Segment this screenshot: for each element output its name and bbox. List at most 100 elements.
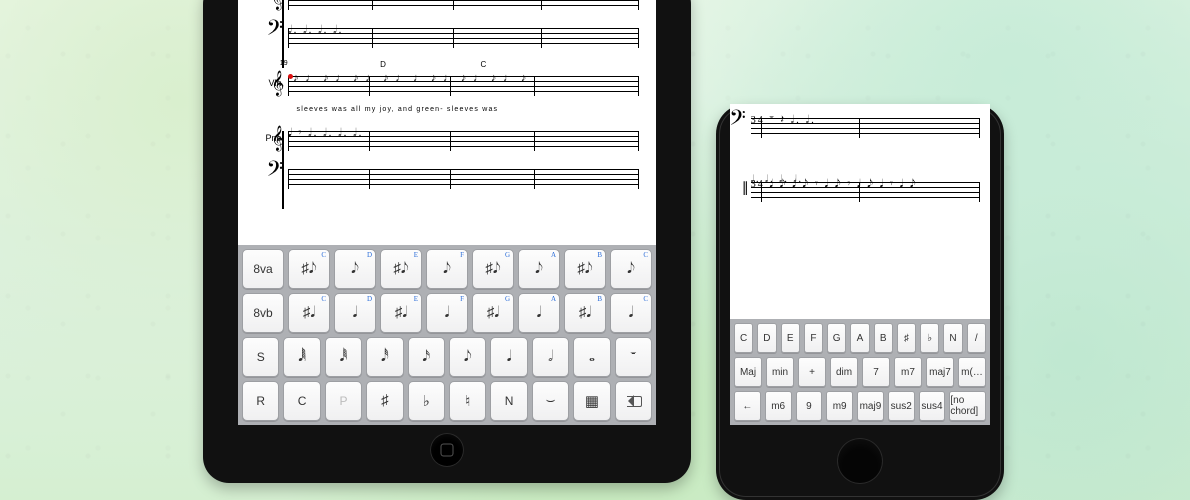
staff-pno-treble-2: Pno. 𝄞 𝅘𝅥 𝄾 𝅗𝅥. 𝅗𝅥. 𝅗𝅥. 𝅗𝅥. bbox=[238, 123, 656, 157]
chord-key-m6[interactable]: m6 bbox=[765, 391, 792, 421]
keyboard-row-2: 8vb C♯𝅘𝅥 D𝅘𝅥 E♯𝅘𝅥 F𝅘𝅥 G♯𝅘𝅥 A𝅘𝅥 B♯𝅘𝅥 C𝅘𝅥 bbox=[242, 293, 652, 333]
treble-clef-icon: 𝄞 bbox=[271, 0, 284, 10]
key-sharp[interactable]: ♯ bbox=[366, 381, 403, 421]
key-8va[interactable]: 8va bbox=[242, 249, 284, 289]
key-s[interactable]: S bbox=[242, 337, 279, 377]
perc-clef-icon: ∥ bbox=[742, 180, 749, 197]
chord-key-9[interactable]: 9 bbox=[796, 391, 823, 421]
notes-row: 𝅗𝅥. 𝅗𝅥. 𝅗𝅥. 𝅗𝅥. bbox=[288, 24, 639, 52]
key-flat[interactable]: ♭ bbox=[408, 381, 445, 421]
key-note-b-lower[interactable]: B♯𝅘𝅥 bbox=[564, 293, 606, 333]
bass-clef-icon: 𝄢 bbox=[730, 106, 746, 137]
chord-key-sus2[interactable]: sus2 bbox=[888, 391, 915, 421]
key-backspace[interactable] bbox=[615, 381, 652, 421]
bass-clef-icon: 𝄢 bbox=[266, 16, 283, 47]
ipad-home-button[interactable] bbox=[430, 433, 464, 467]
key-note-g-lower[interactable]: G♯𝅘𝅥 bbox=[472, 293, 514, 333]
chord-key-a[interactable]: A bbox=[850, 323, 869, 353]
key-note-a-lower[interactable]: A𝅘𝅥 bbox=[518, 293, 560, 333]
iphone-kbd-row-2: Maj min + dim 7 m7 maj7 m(… bbox=[734, 357, 986, 387]
iphone-staff-bass: 𝄢 34 𝄻 𝄽 𝅗𝅥. 𝅗𝅥. bbox=[730, 110, 990, 146]
key-tie[interactable]: ⌣ bbox=[532, 381, 569, 421]
iphone-device-frame: 𝄢 34 𝄻 𝄽 𝅗𝅥. 𝅗𝅥. ∥ 34 𝅘𝅥 𝅘𝅥𝅮 𝅘𝅥 𝅘𝅥𝅮 𝄾 𝅘𝅥… bbox=[716, 104, 1004, 500]
chord-key-min[interactable]: min bbox=[766, 357, 794, 387]
chord-key-maj[interactable]: Maj bbox=[734, 357, 762, 387]
chord-key-e[interactable]: E bbox=[781, 323, 800, 353]
chord-key-sus4[interactable]: sus4 bbox=[919, 391, 946, 421]
iphone-kbd-row-1: C D E F G A B ♯ ♭ N / bbox=[734, 323, 986, 353]
keyboard-row-3: S 𝅘𝅥𝅲 𝅘𝅥𝅱 𝅘𝅥𝅰 𝅘𝅥𝅯 𝅘𝅥𝅮 𝅘𝅥 𝅗𝅥 𝅝 𝄻 bbox=[242, 337, 652, 377]
key-note-d-upper[interactable]: D𝅘𝅥𝅮 bbox=[334, 249, 376, 289]
notes-row: 34 𝄻 𝄽 𝅗𝅥. 𝅗𝅥. bbox=[751, 114, 980, 142]
key-note-a-upper[interactable]: A𝅘𝅥𝅮 bbox=[518, 249, 560, 289]
notes-row-lower: 𝅗𝅥. 𝅗𝅥. 𝅗𝅥. 𝅗𝅥. bbox=[751, 174, 980, 202]
key-note-b-upper[interactable]: B♯𝅘𝅥𝅮 bbox=[564, 249, 606, 289]
staff-vln: Vln. 𝄞 D C ♪ ♩ ♪ ♩ ♪ ♩ ♪ ♩ ♩ ♪ ♩ ♪ ♩ ♪ ♩… bbox=[238, 68, 656, 102]
notes-row: ♪ ♩ 𝅘𝅥𝅮 ♩ ♪ ♩ ♪ 𝄽 ♪ ♩ ♪ ♩ ♪ ♩ 𝄽 ♪ bbox=[288, 0, 639, 14]
keyboard-row-1: 8va C♯𝅘𝅥𝅮 D𝅘𝅥𝅮 E♯𝅘𝅥𝅮 F𝅘𝅥𝅮 G♯𝅘𝅥𝅮 A𝅘𝅥𝅮 B♯𝅘… bbox=[242, 249, 652, 289]
key-dur-8[interactable]: 𝅘𝅥𝅮 bbox=[449, 337, 486, 377]
key-note-c2-lower[interactable]: C𝅘𝅥 bbox=[610, 293, 652, 333]
chord-key-c[interactable]: C bbox=[734, 323, 753, 353]
key-n[interactable]: N bbox=[490, 381, 527, 421]
chord-symbol: D bbox=[380, 60, 386, 69]
key-dur-quarter[interactable]: 𝅘𝅥 bbox=[490, 337, 527, 377]
chord-key-b[interactable]: B bbox=[874, 323, 893, 353]
staff-pno-bass: 𝄢 𝅗𝅥. 𝅗𝅥. 𝅗𝅥. 𝅗𝅥. bbox=[238, 20, 656, 54]
chord-key-f[interactable]: F bbox=[804, 323, 823, 353]
chord-key-m7[interactable]: m7 bbox=[894, 357, 922, 387]
key-8vb[interactable]: 8vb bbox=[242, 293, 284, 333]
ipad-keyboard: 8va C♯𝅘𝅥𝅮 D𝅘𝅥𝅮 E♯𝅘𝅥𝅮 F𝅘𝅥𝅮 G♯𝅘𝅥𝅮 A𝅘𝅥𝅮 B♯𝅘… bbox=[238, 245, 656, 425]
key-note-e-upper[interactable]: E♯𝅘𝅥𝅮 bbox=[380, 249, 422, 289]
key-note-d-lower[interactable]: D𝅘𝅥 bbox=[334, 293, 376, 333]
treble-clef-icon: 𝄞 bbox=[271, 70, 284, 96]
iphone-score-area[interactable]: 𝄢 34 𝄻 𝄽 𝅗𝅥. 𝅗𝅥. ∥ 34 𝅘𝅥 𝅘𝅥𝅮 𝅘𝅥 𝅘𝅥𝅮 𝄾 𝅘𝅥… bbox=[730, 104, 990, 319]
backspace-icon bbox=[624, 396, 642, 407]
key-note-f-lower[interactable]: F𝅘𝅥 bbox=[426, 293, 468, 333]
chord-key-back[interactable]: ← bbox=[734, 391, 761, 421]
chord-key-sharp[interactable]: ♯ bbox=[897, 323, 916, 353]
key-note-g-upper[interactable]: G♯𝅘𝅥𝅮 bbox=[472, 249, 514, 289]
key-dur-32[interactable]: 𝅘𝅥𝅰 bbox=[366, 337, 403, 377]
chord-key-nochord[interactable]: [no chord] bbox=[949, 391, 986, 421]
treble-clef-icon: 𝄞 bbox=[271, 125, 284, 151]
iphone-screen: 𝄢 34 𝄻 𝄽 𝅗𝅥. 𝅗𝅥. ∥ 34 𝅘𝅥 𝅘𝅥𝅮 𝅘𝅥 𝅘𝅥𝅮 𝄾 𝅘𝅥… bbox=[730, 104, 990, 425]
ipad-score-area[interactable]: Pno. 𝄞 ♪ ♩ 𝅘𝅥𝅮 ♩ ♪ ♩ ♪ 𝄽 ♪ ♩ ♪ ♩ ♪ ♩ 𝄽 ♪… bbox=[238, 0, 656, 245]
key-dur-16[interactable]: 𝅘𝅥𝅯 bbox=[408, 337, 445, 377]
key-natural[interactable]: ♮ bbox=[449, 381, 486, 421]
staff-pno-treble: Pno. 𝄞 ♪ ♩ 𝅘𝅥𝅮 ♩ ♪ ♩ ♪ 𝄽 ♪ ♩ ♪ ♩ ♪ ♩ 𝄽 ♪ bbox=[238, 0, 656, 16]
key-grid-icon[interactable]: ▦ bbox=[573, 381, 610, 421]
key-p[interactable]: P bbox=[325, 381, 362, 421]
chord-key-slash[interactable]: / bbox=[967, 323, 986, 353]
measure-number: 19 bbox=[280, 60, 288, 67]
iphone-kbd-row-3: ← m6 9 m9 maj9 sus2 sus4 [no chord] bbox=[734, 391, 986, 421]
selected-note[interactable] bbox=[288, 74, 293, 79]
chord-key-d[interactable]: D bbox=[757, 323, 776, 353]
key-note-c2-upper[interactable]: C𝅘𝅥𝅮 bbox=[610, 249, 652, 289]
bass-clef-icon: 𝄢 bbox=[266, 157, 283, 188]
key-note-e-lower[interactable]: E♯𝅘𝅥 bbox=[380, 293, 422, 333]
key-c[interactable]: C bbox=[283, 381, 320, 421]
key-dur-whole[interactable]: 𝅝 bbox=[573, 337, 610, 377]
key-dur-rest[interactable]: 𝄻 bbox=[615, 337, 652, 377]
iphone-home-button[interactable] bbox=[837, 438, 883, 484]
chord-key-maj7[interactable]: maj7 bbox=[926, 357, 954, 387]
keyboard-row-4: R C P ♯ ♭ ♮ N ⌣ ▦ bbox=[242, 381, 652, 421]
key-r[interactable]: R bbox=[242, 381, 279, 421]
chord-key-m9[interactable]: m9 bbox=[826, 391, 853, 421]
chord-key-g[interactable]: G bbox=[827, 323, 846, 353]
chord-key-n[interactable]: N bbox=[943, 323, 962, 353]
chord-key-aug[interactable]: + bbox=[798, 357, 826, 387]
ipad-screen: Pno. 𝄞 ♪ ♩ 𝅘𝅥𝅮 ♩ ♪ ♩ ♪ 𝄽 ♪ ♩ ♪ ♩ ♪ ♩ 𝄽 ♪… bbox=[238, 0, 656, 425]
chord-key-more[interactable]: m(… bbox=[958, 357, 986, 387]
chord-key-7[interactable]: 7 bbox=[862, 357, 890, 387]
key-dur-128[interactable]: 𝅘𝅥𝅲 bbox=[283, 337, 320, 377]
key-dur-64[interactable]: 𝅘𝅥𝅱 bbox=[325, 337, 362, 377]
key-note-c-lower[interactable]: C♯𝅘𝅥 bbox=[288, 293, 330, 333]
chord-key-maj9[interactable]: maj9 bbox=[857, 391, 884, 421]
chord-key-dim[interactable]: dim bbox=[830, 357, 858, 387]
key-note-c-upper[interactable]: C♯𝅘𝅥𝅮 bbox=[288, 249, 330, 289]
key-dur-half[interactable]: 𝅗𝅥 bbox=[532, 337, 569, 377]
chord-key-flat[interactable]: ♭ bbox=[920, 323, 939, 353]
key-note-f-upper[interactable]: F𝅘𝅥𝅮 bbox=[426, 249, 468, 289]
